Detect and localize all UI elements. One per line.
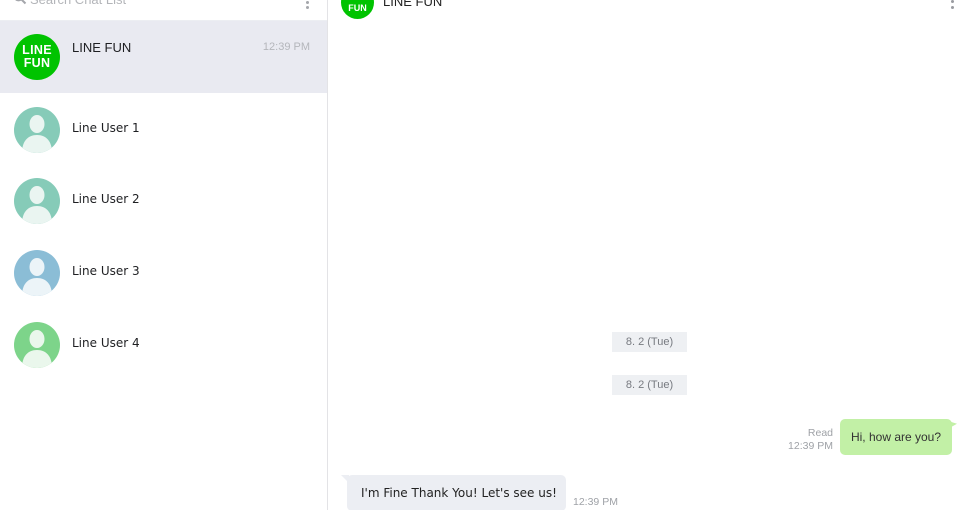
chat-item-name: Line User 4	[72, 336, 140, 350]
received-message-bubble[interactable]: I'm Fine Thank You! Let's see us!	[347, 475, 566, 510]
header-logo-text: FUN	[348, 3, 367, 13]
sidebar-more-icon[interactable]	[304, 0, 312, 10]
chat-item-line-user-1[interactable]: Line User 1	[0, 93, 327, 164]
search-input[interactable]	[30, 0, 280, 8]
user-silhouette-icon	[14, 322, 60, 368]
date-separator: 8. 2 (Tue)	[612, 375, 687, 395]
chat-item-line-fun[interactable]: LINE FUN LINE FUN 12:39 PM	[0, 21, 327, 93]
user-silhouette-icon	[14, 107, 60, 153]
chat-list: LINE FUN LINE FUN 12:39 PM Line User 1 L…	[0, 21, 327, 380]
logo-text-fun: FUN	[23, 56, 51, 70]
chat-item-time: 12:39 PM	[262, 41, 310, 53]
conversation-more-icon[interactable]	[949, 0, 957, 10]
read-status: Read	[807, 427, 833, 439]
user-silhouette-icon	[14, 178, 60, 224]
chat-list-sidebar: LINE FUN LINE FUN 12:39 PM Line User 1 L…	[0, 0, 328, 510]
chat-item-line-user-2[interactable]: Line User 2	[0, 164, 327, 236]
chat-item-line-user-3[interactable]: Line User 3	[0, 236, 327, 308]
line-fun-logo-avatar: LINE FUN	[14, 34, 60, 80]
chat-item-line-user-4[interactable]: Line User 4	[0, 308, 327, 380]
date-separator: 8. 2 (Tue)	[612, 332, 687, 352]
chat-item-name: Line User 3	[72, 264, 140, 278]
user-silhouette-icon	[14, 250, 60, 296]
conversation-pane: FUN LINE FUN 8. 2 (Tue) 8. 2 (Tue) Read …	[329, 0, 971, 510]
conversation-avatar[interactable]: FUN	[341, 0, 374, 19]
search-icon	[15, 0, 27, 5]
chat-item-name: Line User 2	[72, 192, 140, 206]
chat-item-name: LINE FUN	[72, 40, 132, 55]
sent-message-time: 12:39 PM	[788, 440, 833, 452]
search-bar	[0, 0, 327, 21]
sent-message-bubble[interactable]: Hi, how are you?	[840, 419, 952, 455]
conversation-title: LINE FUN	[383, 0, 443, 9]
received-message-time: 12:39 PM	[573, 496, 618, 508]
chat-item-name: Line User 1	[72, 121, 140, 135]
sent-message-meta: Read 12:39 PM	[788, 427, 833, 453]
